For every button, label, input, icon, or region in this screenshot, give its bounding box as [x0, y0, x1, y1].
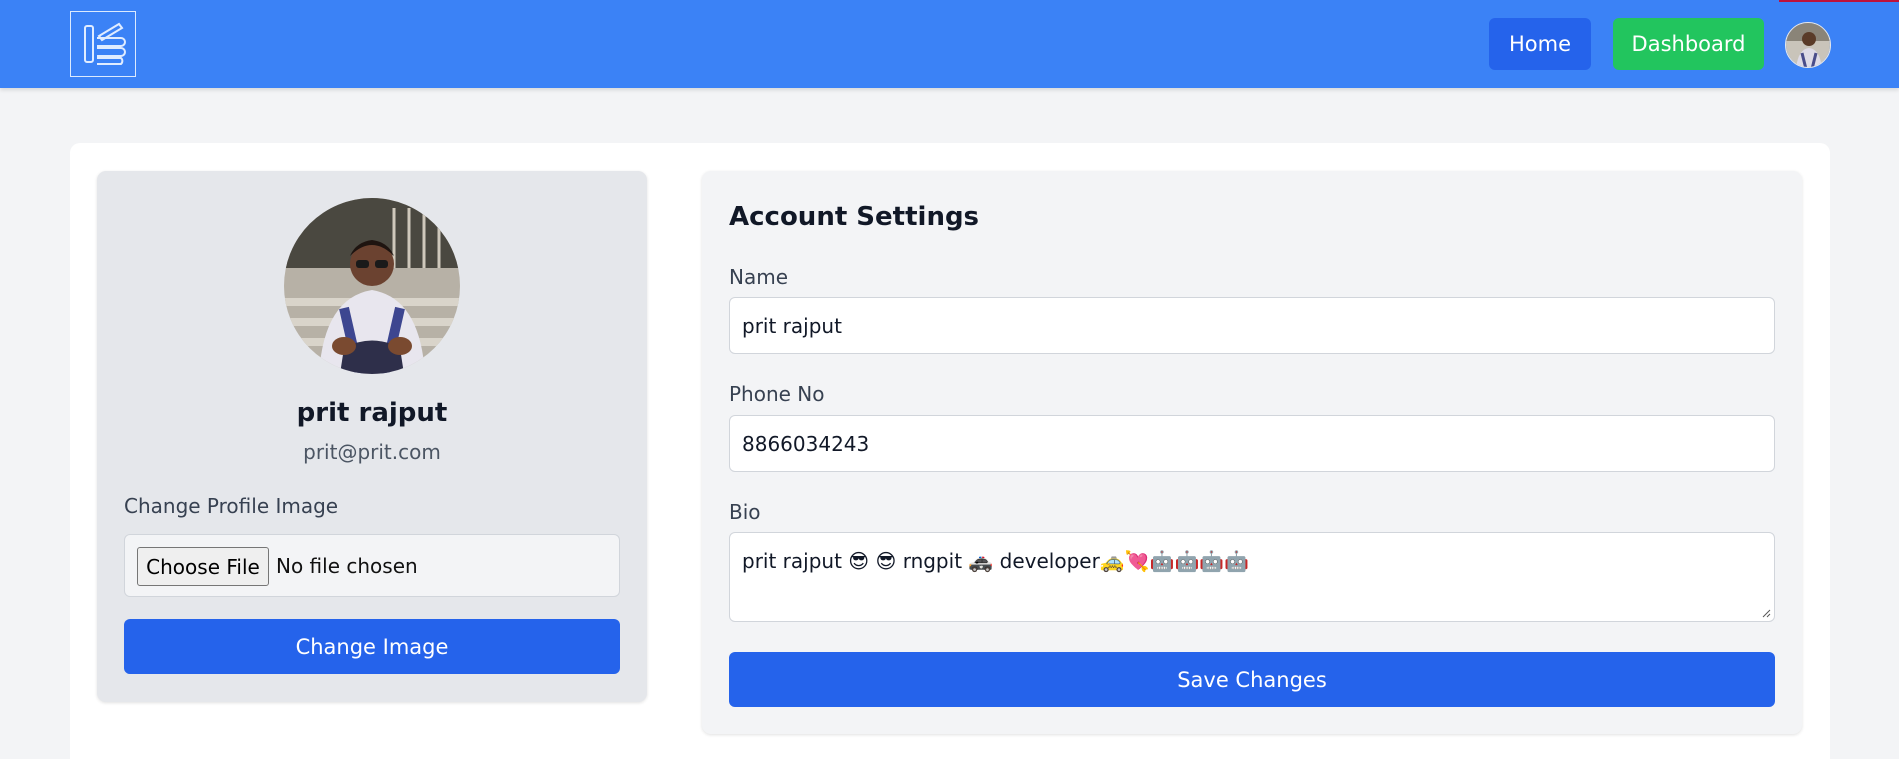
profile-email: prit@prit.com	[303, 440, 441, 464]
choose-file-button[interactable]: Choose File	[137, 547, 269, 586]
bio-textarea[interactable]: prit rajput 😎 😎 rngpit 🚓 developer🚕💘🤖🤖🤖🤖	[729, 532, 1775, 622]
account-settings-title: Account Settings	[729, 202, 980, 232]
home-button[interactable]: Home	[1489, 18, 1591, 70]
user-avatar[interactable]	[1785, 22, 1831, 68]
name-field[interactable]: prit rajput	[729, 297, 1775, 354]
file-status-text: No file chosen	[276, 554, 418, 578]
save-changes-button[interactable]: Save Changes	[729, 652, 1775, 707]
profile-photo	[284, 198, 460, 374]
name-label: Name	[729, 265, 789, 289]
resize-grip-icon[interactable]	[1761, 608, 1771, 618]
profile-image-file-input[interactable]: Choose File No file chosen	[124, 534, 620, 597]
phone-label: Phone No	[729, 382, 825, 406]
change-image-button[interactable]: Change Image	[124, 619, 620, 674]
books-logo-icon[interactable]	[70, 11, 136, 77]
bio-text: prit rajput 😎 😎 rngpit 🚓 developer🚕💘🤖🤖🤖🤖	[742, 549, 1250, 573]
bio-label: Bio	[729, 500, 761, 524]
profile-name: prit rajput	[296, 398, 448, 428]
change-profile-image-label: Change Profile Image	[124, 494, 339, 518]
top-navbar: Home Dashboard	[0, 0, 1899, 88]
dashboard-button[interactable]: Dashboard	[1613, 18, 1764, 70]
corner-accent	[1779, 0, 1899, 2]
phone-field[interactable]: 8866034243	[729, 415, 1775, 472]
